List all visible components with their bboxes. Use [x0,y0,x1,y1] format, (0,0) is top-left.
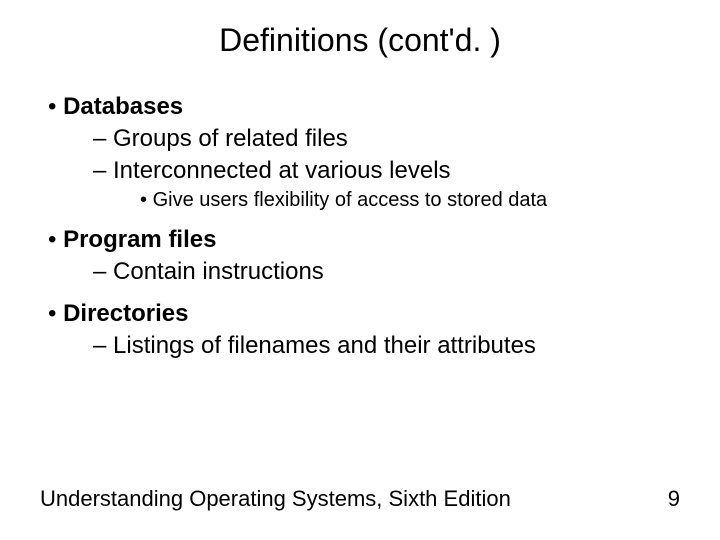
slide: Definitions (cont'd. ) Databases Groups … [0,0,720,540]
bullet-l2: Listings of filenames and their attribut… [40,332,680,360]
bullet-l2: Contain instructions [40,258,680,286]
slide-content: Databases Groups of related files Interc… [0,69,720,360]
bullet-l3: Give users flexibility of access to stor… [40,189,680,212]
slide-title: Definitions (cont'd. ) [0,0,720,69]
footer-text: Understanding Operating Systems, Sixth E… [40,486,511,512]
bullet-l1: Program files [40,226,680,254]
page-number: 9 [668,486,680,512]
bullet-l2: Groups of related files [40,125,680,153]
bullet-l1: Directories [40,300,680,328]
bullet-l2: Interconnected at various levels [40,157,680,185]
bullet-l1: Databases [40,93,680,121]
